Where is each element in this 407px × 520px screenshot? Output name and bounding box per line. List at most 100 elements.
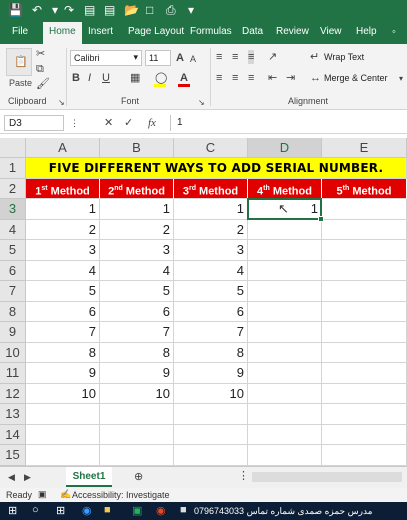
cut-icon[interactable]: ✂ [36, 47, 45, 61]
grid-cell-a5[interactable]: 3 [26, 240, 100, 261]
align-left-icon[interactable]: ≡ [216, 71, 222, 85]
scroll-right-icon[interactable]: ▶ [24, 470, 31, 484]
grid-cell-e9[interactable] [322, 322, 407, 343]
chevron-down-icon[interactable]: ▾ [399, 72, 403, 86]
grid-cell-d5[interactable] [248, 240, 322, 261]
grid-cell-d9[interactable] [248, 322, 322, 343]
grid-cell-a3[interactable]: 1 [26, 199, 100, 220]
grid-cell-d6[interactable] [248, 260, 322, 281]
row-header-10[interactable]: 10 [0, 342, 26, 363]
grid-cell-c7[interactable]: 5 [174, 281, 248, 302]
method-header-cell[interactable]: 2nd Method [100, 178, 174, 199]
tab-home[interactable]: Home [43, 22, 82, 44]
increase-indent-icon[interactable]: ⇥ [286, 71, 295, 85]
align-bottom-icon[interactable]: ≡ [248, 50, 255, 64]
font-name-select[interactable]: Calibri ▾ [70, 50, 142, 66]
italic-button[interactable]: I [88, 71, 91, 85]
row-header-14[interactable]: 14 [0, 424, 26, 445]
method-header-cell[interactable]: 5th Method [322, 178, 407, 199]
horizontal-scrollbar[interactable] [252, 472, 402, 482]
grid-cell-b3[interactable]: 1 [100, 199, 174, 220]
grid-cell-a15[interactable] [26, 445, 100, 466]
grid-cell-a4[interactable]: 2 [26, 219, 100, 240]
grid-cell-c15[interactable] [174, 445, 248, 466]
row-header-6[interactable]: 6 [0, 260, 26, 281]
tab-file[interactable]: File [12, 26, 28, 37]
grid-cell-c8[interactable]: 6 [174, 301, 248, 322]
row-header-1[interactable]: 1 [0, 158, 26, 179]
format-painter-icon[interactable]: 🖌 [36, 77, 50, 91]
align-middle-icon[interactable]: ≡ [232, 50, 238, 64]
grid-cell-b13[interactable] [100, 404, 174, 425]
grid-cell-d15[interactable] [248, 445, 322, 466]
grid-cell-e3[interactable] [322, 199, 407, 220]
grid-cell-a13[interactable] [26, 404, 100, 425]
new-file-icon[interactable]: □ [146, 3, 153, 17]
insert-function-button[interactable]: fx [148, 116, 156, 130]
enter-icon[interactable]: ✓ [124, 116, 133, 130]
tab-help[interactable]: Help [356, 26, 377, 37]
print-preview-icon[interactable]: ▤ [104, 3, 115, 17]
column-header-e[interactable]: E [322, 138, 407, 158]
grid-cell-a14[interactable] [26, 424, 100, 445]
row-header-2[interactable]: 2 [0, 178, 26, 199]
add-sheet-icon[interactable]: ⊕ [134, 470, 143, 484]
orientation-icon[interactable]: ↗ [268, 50, 277, 64]
title-cell[interactable]: FIVE DIFFERENT WAYS TO ADD SERIAL NUMBER… [26, 158, 407, 179]
grid-cell-a6[interactable]: 4 [26, 260, 100, 281]
fill-color-icon[interactable]: ◯ [155, 71, 167, 85]
merge-center-icon[interactable]: ↔ [310, 71, 321, 85]
grid-cell-e11[interactable] [322, 363, 407, 384]
grid-cell-c4[interactable]: 2 [174, 219, 248, 240]
grid-cell-b4[interactable]: 2 [100, 219, 174, 240]
grid-cell-c9[interactable]: 7 [174, 322, 248, 343]
redo-icon[interactable]: ↷ [64, 3, 74, 17]
row-header-13[interactable]: 13 [0, 404, 26, 425]
row-header-3[interactable]: 3 [0, 199, 26, 220]
row-header-11[interactable]: 11 [0, 363, 26, 384]
sheet-tab-sheet1[interactable]: Sheet1 [66, 467, 112, 487]
grid-cell-e5[interactable] [322, 240, 407, 261]
form-icon[interactable]: ▤ [84, 3, 95, 17]
tab-view[interactable]: View [320, 26, 342, 37]
underline-button[interactable]: U [102, 71, 110, 85]
wrap-text-icon[interactable]: ↵ [310, 50, 319, 64]
grid-cell-b11[interactable]: 9 [100, 363, 174, 384]
shrink-font-button[interactable]: A [190, 52, 196, 66]
merge-center-button[interactable]: Merge & Center [324, 73, 388, 83]
wrap-text-button[interactable]: Wrap Text [324, 52, 364, 62]
paste-button[interactable]: 📋 [6, 48, 32, 76]
grid-cell-a8[interactable]: 6 [26, 301, 100, 322]
column-header-b[interactable]: B [100, 138, 174, 158]
row-header-9[interactable]: 9 [0, 322, 26, 343]
dialog-launcher-icon[interactable]: ↘ [198, 96, 205, 110]
name-box[interactable]: D3 [4, 115, 64, 131]
macro-record-icon[interactable]: ▣ [38, 489, 47, 500]
grid-cell-b12[interactable]: 10 [100, 383, 174, 404]
decrease-indent-icon[interactable]: ⇤ [268, 71, 277, 85]
column-header-d[interactable]: D [248, 138, 322, 158]
method-header-cell[interactable]: 3rd Method [174, 178, 248, 199]
search-icon[interactable]: ○ [32, 504, 39, 516]
copy-icon[interactable]: ⧉ [36, 62, 44, 76]
grid-cell-b7[interactable]: 5 [100, 281, 174, 302]
grid-cell-d8[interactable] [248, 301, 322, 322]
print-icon[interactable]: ⎙ [166, 3, 176, 18]
grid-cell-b14[interactable] [100, 424, 174, 445]
tab-insert[interactable]: Insert [88, 26, 113, 37]
grid-cell-d7[interactable] [248, 281, 322, 302]
grid-cell-e15[interactable] [322, 445, 407, 466]
open-folder-icon[interactable]: 📂 [124, 3, 139, 17]
borders-icon[interactable]: ▦ [130, 71, 140, 85]
method-header-cell[interactable]: 4th Method [248, 178, 322, 199]
excel-icon[interactable]: ▣ [132, 504, 142, 517]
scroll-left-icon[interactable]: ◀ [8, 470, 15, 484]
formula-input[interactable]: 1 [170, 115, 404, 131]
grid-cell-a11[interactable]: 9 [26, 363, 100, 384]
grid-cell-c14[interactable] [174, 424, 248, 445]
grid-cell-a9[interactable]: 7 [26, 322, 100, 343]
grid-cell-b6[interactable]: 4 [100, 260, 174, 281]
row-header-5[interactable]: 5 [0, 240, 26, 261]
start-icon[interactable]: ⊞ [8, 504, 17, 517]
row-header-7[interactable]: 7 [0, 281, 26, 302]
